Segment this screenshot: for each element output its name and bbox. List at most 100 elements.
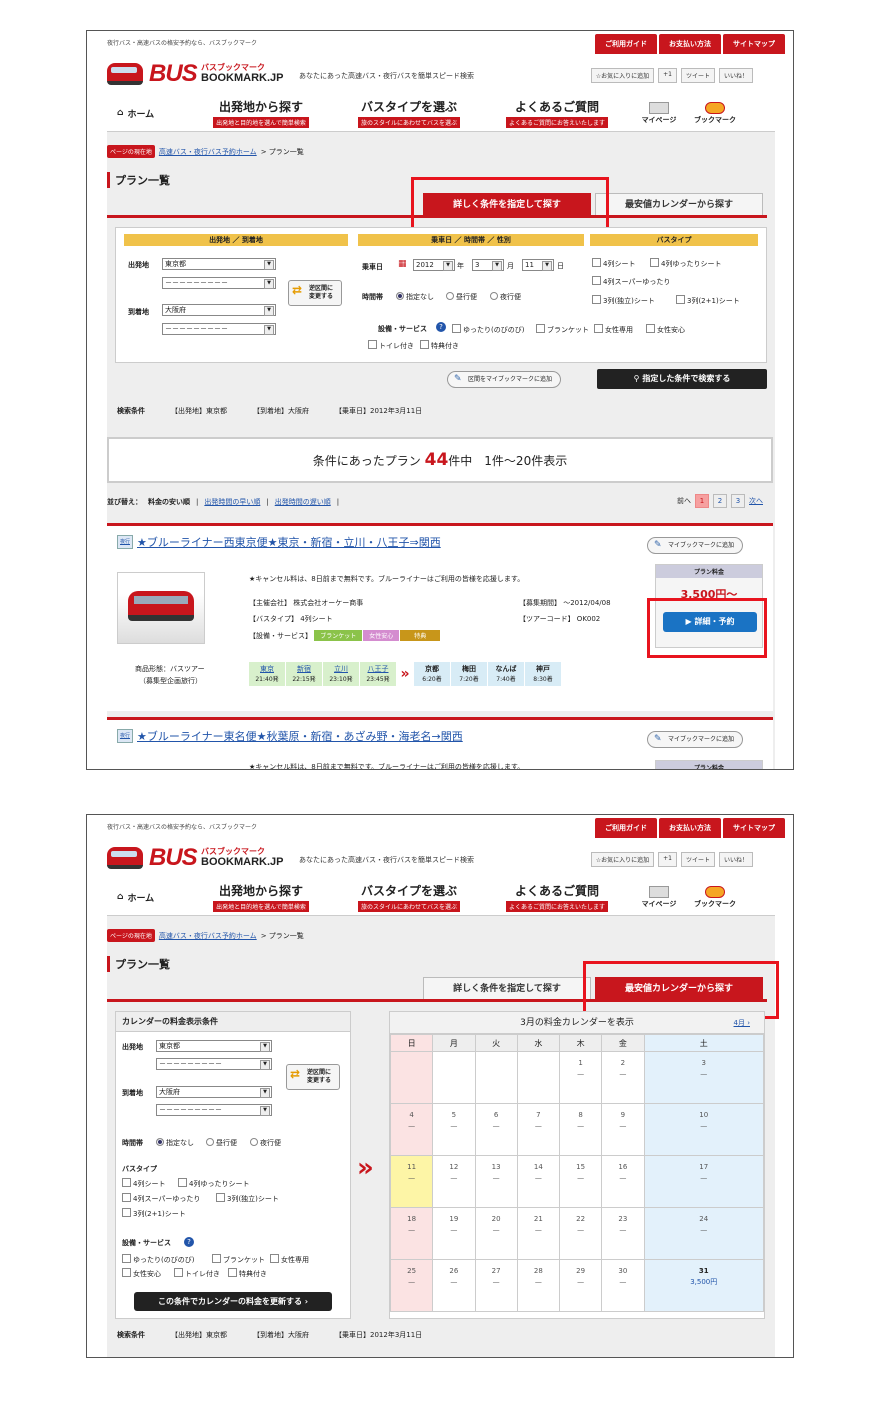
stop-name[interactable]: 立川 xyxy=(334,665,348,673)
calendar-day[interactable]: 14 — xyxy=(516,1155,561,1208)
type-check-4super[interactable]: 4列スーパーゆったり xyxy=(122,1193,200,1204)
sort-late[interactable]: 出発時間の遅い順 xyxy=(275,497,331,507)
calendar-day[interactable]: 12 — xyxy=(432,1155,476,1208)
help-icon[interactable]: ? xyxy=(184,1237,194,1247)
svc-check-wide[interactable]: ゆったり(のびのび) xyxy=(122,1254,194,1265)
calendar-day[interactable]: 30 — xyxy=(601,1259,645,1312)
sort-cheapest[interactable]: 料金の安い順 xyxy=(148,497,190,507)
calendar-day[interactable]: 10 — xyxy=(643,1103,764,1156)
calendar-day[interactable]: 25 — xyxy=(389,1259,434,1312)
swap-button[interactable]: 逆区間に 変更する xyxy=(286,1064,340,1090)
calendar-day[interactable]: 22 — xyxy=(558,1207,603,1260)
favorite-button[interactable]: ☆お気に入りに追加 xyxy=(590,852,655,867)
type-check-4wide[interactable]: 4列ゆったりシート xyxy=(178,1178,249,1189)
nav-departure[interactable]: 出発地から探す 出発地と目的地を選んで簡単検索 xyxy=(187,882,335,912)
calendar-day[interactable]: 7— xyxy=(516,1103,561,1156)
breadcrumb-home-link[interactable]: 高速バス・夜行バス予約ホーム xyxy=(159,931,257,941)
calendar-day[interactable]: 29 — xyxy=(558,1259,603,1312)
calendar-day[interactable]: 9— xyxy=(601,1103,645,1156)
svc-check-blanket[interactable]: ブランケット xyxy=(536,324,589,335)
bus-photo[interactable] xyxy=(117,572,205,644)
sort-early[interactable]: 出発時間の早い順 xyxy=(204,497,260,507)
arr-sub-select[interactable]: －－－－－－－－－ xyxy=(156,1104,272,1116)
calendar-day[interactable]: 13 — xyxy=(474,1155,518,1208)
time-radio-night[interactable]: 夜行便 xyxy=(490,292,521,302)
calendar-day[interactable]: 24 — xyxy=(643,1207,764,1260)
type-check-4[interactable]: 4列シート xyxy=(592,258,635,269)
update-calendar-button[interactable]: この条件でカレンダーの料金を更新する › xyxy=(134,1292,332,1311)
dep-sub-select[interactable]: －－－－－－－－－ xyxy=(162,277,276,289)
site-logo[interactable]: BUS バスブックマーク BOOKMARK.JP xyxy=(107,843,285,875)
calendar-day[interactable]: 20 — xyxy=(474,1207,518,1260)
dep-sub-select[interactable]: －－－－－－－－－ xyxy=(156,1058,272,1070)
calendar-day[interactable]: 26 — xyxy=(432,1259,476,1312)
type-check-3-2-1[interactable]: 3列(2+1)シート xyxy=(122,1208,186,1219)
plan-bookmark-button[interactable]: マイブックマークに追加 xyxy=(647,731,744,748)
svc-check-women[interactable]: 女性専用 xyxy=(270,1254,309,1265)
type-check-3-2-1[interactable]: 3列(2+1)シート xyxy=(676,295,740,306)
calendar-day[interactable]: 8— xyxy=(558,1103,603,1156)
breadcrumb-home-link[interactable]: 高速バス・夜行バス予約ホーム xyxy=(159,147,257,157)
top-nav-sitemap[interactable]: サイトマップ xyxy=(723,34,785,54)
svc-check-toilet[interactable]: トイレ付き xyxy=(174,1268,220,1279)
year-select[interactable]: 2012 xyxy=(413,259,455,271)
pager-page-3[interactable]: 3 xyxy=(731,494,745,508)
calendar-day[interactable]: 11 — xyxy=(389,1155,434,1208)
stop-name[interactable]: 八王子 xyxy=(368,665,389,673)
month-select[interactable]: 3 xyxy=(472,259,504,271)
day-select[interactable]: 11 xyxy=(522,259,554,271)
calendar-icon[interactable]: ▦ xyxy=(398,259,407,269)
stop-name[interactable]: 東京 xyxy=(260,665,274,673)
pager-next[interactable]: 次へ xyxy=(749,496,763,506)
swap-button[interactable]: 逆区間に 変更する xyxy=(288,280,342,306)
stop-dep[interactable]: 八王子 23:45発 xyxy=(360,662,396,686)
like-button[interactable]: いいね！ xyxy=(718,68,753,83)
tab-detail-search[interactable]: 詳しく条件を指定して探す xyxy=(423,977,591,999)
nav-faq[interactable]: よくあるご質問 よくあるご質問にお答えいたします xyxy=(483,98,631,128)
calendar-day[interactable]: 15 — xyxy=(558,1155,603,1208)
calendar-day[interactable]: 19 — xyxy=(432,1207,476,1260)
gplus-button[interactable]: +1 xyxy=(658,68,677,83)
svc-check-women-safe[interactable]: 女性安心 xyxy=(122,1268,161,1279)
plan-bookmark-button[interactable]: マイブックマークに追加 xyxy=(647,537,744,554)
nav-mypage[interactable]: マイページ xyxy=(631,101,687,125)
svc-check-bonus[interactable]: 特典付き xyxy=(228,1268,267,1279)
dep-select[interactable]: 東京都 xyxy=(156,1040,272,1052)
time-radio-any[interactable]: 指定なし xyxy=(396,292,434,302)
stop-dep[interactable]: 新宿 22:15発 xyxy=(286,662,322,686)
tab-calendar-search[interactable]: 最安値カレンダーから探す xyxy=(595,193,763,215)
add-bookmark-button[interactable]: 区間をマイブックマークに追加 xyxy=(447,371,562,388)
arr-select[interactable]: 大阪府 xyxy=(156,1086,272,1098)
type-check-4wide[interactable]: 4列ゆったりシート xyxy=(650,258,721,269)
type-check-4[interactable]: 4列シート xyxy=(122,1178,165,1189)
stop-dep[interactable]: 東京 21:40発 xyxy=(249,662,285,686)
pager-page-1[interactable]: 1 xyxy=(695,494,709,508)
nav-bookmark[interactable]: ブックマーク xyxy=(687,101,743,125)
svc-check-wide[interactable]: ゆったり(のびのび) xyxy=(452,324,524,335)
time-radio-day[interactable]: 昼行便 xyxy=(446,292,477,302)
gplus-button[interactable]: +1 xyxy=(658,852,677,867)
tweet-button[interactable]: ツイート xyxy=(680,68,715,83)
calendar-day[interactable]: 28 — xyxy=(516,1259,561,1312)
dep-select[interactable]: 東京都 xyxy=(162,258,276,270)
type-check-3ind[interactable]: 3列(独立)シート xyxy=(216,1193,279,1204)
top-nav-sitemap[interactable]: サイトマップ xyxy=(723,818,785,838)
svc-check-toilet[interactable]: トイレ付き xyxy=(368,340,414,351)
calendar-day[interactable]: 18 — xyxy=(389,1207,434,1260)
top-nav-guide[interactable]: ご利用ガイド xyxy=(595,818,657,838)
nav-departure[interactable]: 出発地から探す 出発地と目的地を選んで簡単検索 xyxy=(187,98,335,128)
time-radio-night[interactable]: 夜行便 xyxy=(250,1138,281,1148)
stop-dep[interactable]: 立川 23:10発 xyxy=(323,662,359,686)
calendar-day[interactable]: 3— xyxy=(643,1051,764,1104)
time-radio-any[interactable]: 指定なし xyxy=(156,1138,194,1148)
type-check-3ind[interactable]: 3列(独立)シート xyxy=(592,295,655,306)
svc-check-bonus[interactable]: 特典付き xyxy=(420,340,459,351)
nav-bustype[interactable]: バスタイプを選ぶ 旅のスタイルにあわせてバスを選ぶ xyxy=(335,98,483,128)
calendar-day[interactable]: 1— xyxy=(558,1051,603,1104)
calendar-day[interactable]: 23 — xyxy=(601,1207,645,1260)
calendar-day[interactable]: 16 — xyxy=(601,1155,645,1208)
time-radio-day[interactable]: 昼行便 xyxy=(206,1138,237,1148)
nav-bustype[interactable]: バスタイプを選ぶ 旅のスタイルにあわせてバスを選ぶ xyxy=(335,882,483,912)
nav-home[interactable]: ⌂ ホーム xyxy=(107,891,187,904)
calendar-day[interactable]: 6— xyxy=(474,1103,518,1156)
